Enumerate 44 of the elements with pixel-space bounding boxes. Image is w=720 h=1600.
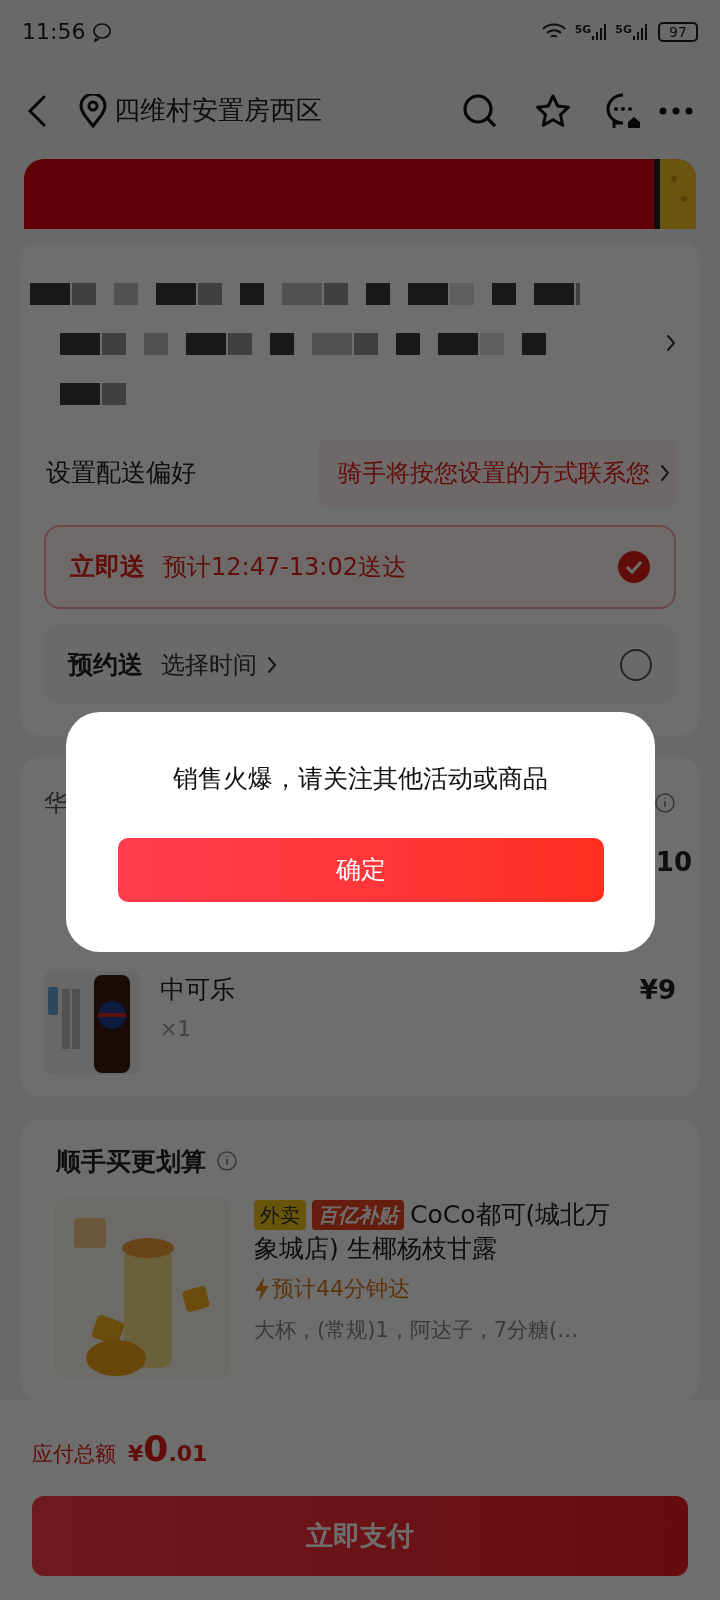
chat-icon[interactable] bbox=[604, 91, 642, 130]
delivery-option[interactable]: 预约送 选择时间 bbox=[44, 624, 676, 705]
chevron-icon bbox=[267, 655, 277, 674]
confirm-button[interactable]: 确定 bbox=[117, 837, 604, 902]
clock-time: 11:56 bbox=[22, 18, 86, 46]
info-icon[interactable] bbox=[654, 791, 676, 814]
dialog-message: 销售火爆，请关注其他活动或商品 bbox=[173, 763, 548, 795]
network-label: 5G bbox=[574, 21, 592, 38]
network-label: 5G bbox=[615, 21, 632, 38]
delivery-preference-hint[interactable]: 骑手将按您设置的方式联系您 bbox=[318, 438, 676, 507]
delivery-eta: 预计44分钟达 bbox=[272, 1275, 410, 1303]
signal-icon bbox=[591, 21, 608, 42]
more-icon[interactable] bbox=[658, 105, 694, 116]
section-title: 顺手买更划算 bbox=[56, 1145, 206, 1178]
section-title: 华 bbox=[44, 787, 68, 819]
product-tag: 百亿补贴 bbox=[312, 1200, 404, 1230]
option-label: 预约送 bbox=[68, 648, 143, 681]
delivery-address[interactable]: 四维村安置房西区 bbox=[114, 91, 446, 131]
location-pin-icon bbox=[78, 93, 108, 128]
chevron-icon bbox=[666, 333, 676, 352]
total-amount: ¥0.01 bbox=[128, 1427, 208, 1471]
option-label: 立即送 bbox=[70, 550, 145, 583]
total-label: 应付总额 bbox=[32, 1441, 116, 1468]
item-name: 中可乐 bbox=[160, 973, 235, 1006]
search-icon[interactable] bbox=[462, 92, 498, 129]
option-detail: 预计12:47-13:02送达 bbox=[163, 551, 406, 583]
battery-indicator: 97 bbox=[658, 21, 698, 42]
check-icon bbox=[618, 550, 650, 583]
back-icon[interactable] bbox=[26, 93, 48, 128]
star-icon[interactable] bbox=[534, 92, 572, 129]
product-name: 象城店) 生椰杨枝甘露 bbox=[254, 1233, 498, 1265]
lightning-icon bbox=[254, 1275, 270, 1302]
product-tag: 外卖 bbox=[254, 1200, 306, 1230]
item-price: 10 bbox=[655, 845, 692, 879]
radio-button[interactable] bbox=[620, 648, 652, 681]
signal-icon bbox=[632, 21, 648, 42]
delivery-option[interactable]: 立即送 预计12:47-13:02送达 bbox=[44, 524, 676, 609]
chevron-icon bbox=[660, 463, 670, 482]
message-icon bbox=[91, 20, 114, 43]
delivery-preference-label: 设置配送偏好 bbox=[46, 456, 196, 489]
product-name: CoCo都可(城北万 bbox=[410, 1199, 611, 1231]
option-detail: 选择时间 bbox=[161, 649, 257, 681]
pay-button[interactable]: 立即支付 bbox=[32, 1496, 688, 1576]
item-price: ¥9 bbox=[639, 973, 676, 1007]
